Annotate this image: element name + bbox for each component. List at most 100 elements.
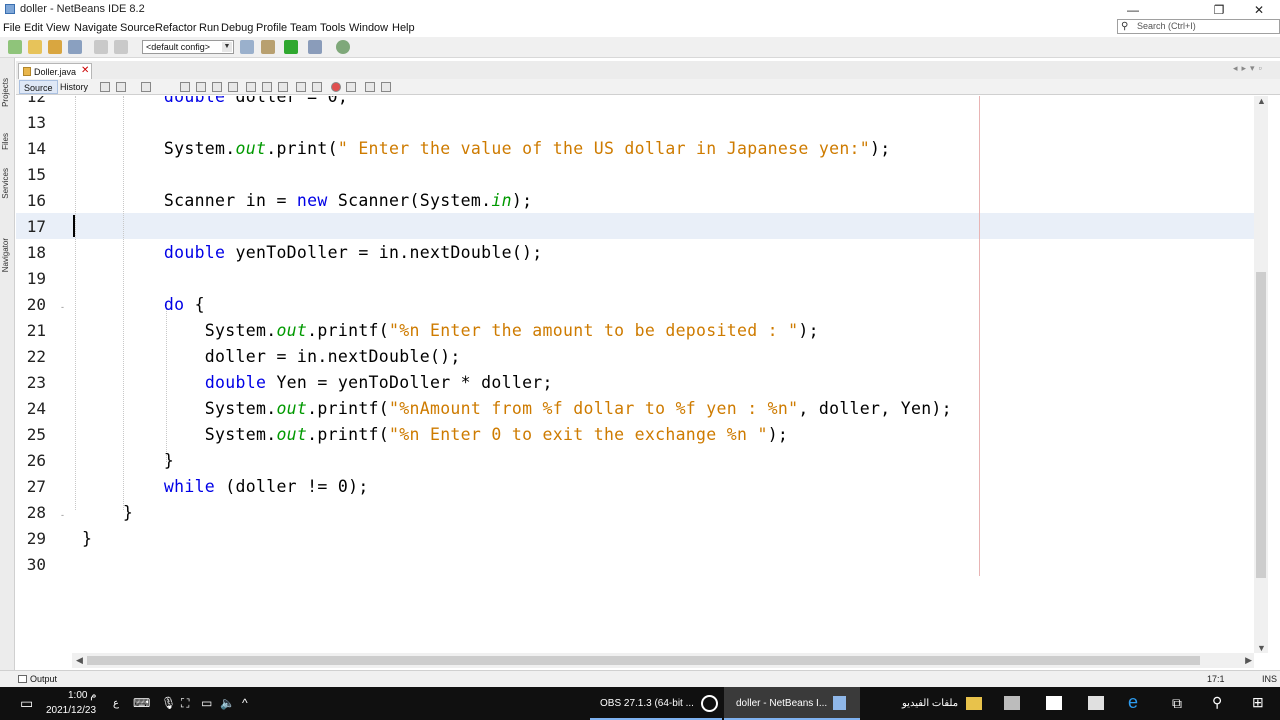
tab-source[interactable]: Source: [19, 80, 58, 94]
navigator-panel-tab[interactable]: Navigator: [1, 238, 13, 272]
prev-bookmark-icon[interactable]: [246, 82, 256, 92]
menu-help[interactable]: Help: [392, 22, 415, 34]
battery-icon[interactable]: ▭: [201, 696, 212, 710]
scroll-left-icon[interactable]: ◀: [76, 655, 83, 666]
volume-icon[interactable]: 🔈: [220, 696, 235, 710]
minimize-button[interactable]: —: [1110, 0, 1156, 20]
line-number: 25: [26, 425, 46, 444]
start-icon[interactable]: ⊞: [1252, 694, 1264, 711]
string-token: "%nAmount from %f dollar to %f yen : %n": [389, 399, 799, 418]
code-token: doller = 0;: [225, 96, 349, 106]
new-project-icon[interactable]: [8, 40, 22, 54]
scroll-down-icon[interactable]: ▼: [1257, 643, 1266, 653]
field-token: out: [276, 321, 308, 340]
last-edit-icon[interactable]: [100, 82, 110, 92]
taskbar-videos-folder[interactable]: ملفات الفيديو: [892, 687, 992, 720]
edge-icon[interactable]: e: [1128, 692, 1138, 713]
debug-icon[interactable]: [308, 40, 322, 54]
toggle-highlight-icon[interactable]: [228, 82, 238, 92]
horizontal-scrollbar[interactable]: ◀ ▶: [72, 653, 1254, 668]
menu-debug[interactable]: Debug: [221, 22, 253, 34]
menu-edit[interactable]: Edit: [24, 22, 43, 34]
keyword-token: double: [163, 96, 226, 106]
menu-navigate[interactable]: Navigate: [74, 22, 117, 34]
microphone-icon[interactable]: 🎙: [161, 696, 176, 710]
projects-panel-tab[interactable]: Projects: [1, 78, 13, 107]
config-select[interactable]: <default config> ▼: [142, 40, 234, 54]
stop-macro-icon[interactable]: [346, 82, 356, 92]
shift-right-icon[interactable]: [312, 82, 322, 92]
mail-icon[interactable]: [1046, 696, 1062, 710]
vertical-scrollbar[interactable]: ▲ ▼: [1254, 96, 1268, 653]
menu-file[interactable]: File: [3, 22, 21, 34]
toggle-bookmark-icon[interactable]: [278, 82, 288, 92]
menu-view[interactable]: View: [46, 22, 70, 34]
output-tab[interactable]: Output: [30, 674, 57, 684]
scroll-right-icon[interactable]: ▶: [1245, 655, 1252, 666]
close-window-button[interactable]: ✕: [1236, 0, 1280, 20]
code-line: }: [82, 451, 174, 470]
side-panel-strip: Projects Files Services Navigator: [0, 58, 15, 670]
app-icon[interactable]: [1004, 696, 1020, 710]
forward-icon[interactable]: [141, 82, 151, 92]
clock-time[interactable]: 1:00 م: [68, 690, 96, 701]
menu-profile[interactable]: Profile: [256, 22, 287, 34]
code-token: doller = in.nextDouble();: [82, 347, 461, 366]
text-caret: [73, 215, 75, 237]
next-bookmark-icon[interactable]: [262, 82, 272, 92]
code-editor[interactable]: 12 double doller = 0; 13 14 System.out.pri…: [16, 96, 1254, 653]
build-icon[interactable]: [240, 40, 254, 54]
input-language[interactable]: ع: [113, 698, 119, 709]
shift-left-icon[interactable]: [296, 82, 306, 92]
menu-refactor[interactable]: Refactor: [155, 22, 197, 34]
new-file-icon[interactable]: [28, 40, 42, 54]
show-hidden-icons[interactable]: ^: [242, 696, 248, 710]
line-number: 23: [26, 373, 46, 392]
search-input[interactable]: ⚲ Search (Ctrl+I): [1117, 19, 1280, 34]
keyboard-icon[interactable]: ⌨: [133, 696, 150, 710]
search-icon[interactable]: ⚲: [1212, 694, 1222, 711]
uncomment-icon[interactable]: [381, 82, 391, 92]
insert-mode: INS: [1262, 674, 1278, 684]
save-all-icon[interactable]: [68, 40, 82, 54]
tab-history[interactable]: History: [56, 80, 92, 94]
code-token: {: [184, 295, 205, 314]
menu-tools[interactable]: Tools: [320, 22, 346, 34]
start-macro-icon[interactable]: [331, 82, 341, 92]
redo-icon[interactable]: [114, 40, 128, 54]
find-icon[interactable]: [180, 82, 190, 92]
menu-team[interactable]: Team: [290, 22, 317, 34]
vertical-scroll-thumb[interactable]: [1256, 272, 1266, 578]
clock-date[interactable]: 2021/12/23: [46, 705, 96, 716]
undo-icon[interactable]: [94, 40, 108, 54]
files-panel-tab[interactable]: Files: [1, 133, 13, 150]
tab-navigation-arrows[interactable]: ◂▸▾▫: [1233, 63, 1266, 74]
horizontal-scroll-thumb[interactable]: [87, 656, 1200, 665]
store-icon[interactable]: [1088, 696, 1104, 710]
open-project-icon[interactable]: [48, 40, 62, 54]
close-tab-icon[interactable]: ✕: [81, 65, 89, 76]
file-tab-doller[interactable]: Doller.java ✕: [18, 63, 92, 79]
network-icon[interactable]: ⛶: [181, 696, 189, 711]
scroll-up-icon[interactable]: ▲: [1257, 96, 1266, 106]
comment-icon[interactable]: [365, 82, 375, 92]
profile-icon[interactable]: [336, 40, 350, 54]
taskbar-obs[interactable]: OBS 27.1.3 (64-bit ...: [590, 687, 722, 720]
task-view-icon[interactable]: ⧉: [1172, 695, 1182, 712]
run-icon[interactable]: [284, 40, 298, 54]
find-next-icon[interactable]: [212, 82, 222, 92]
menu-run[interactable]: Run: [199, 22, 219, 34]
find-previous-icon[interactable]: [196, 82, 206, 92]
code-token: .printf(: [307, 399, 390, 418]
field-token: out: [276, 399, 308, 418]
back-icon[interactable]: [116, 82, 126, 92]
fold-marker-icon[interactable]: -: [61, 510, 64, 520]
taskbar-netbeans[interactable]: doller - NetBeans I...: [724, 687, 860, 720]
desktop-comment-icon[interactable]: ▭: [20, 695, 33, 712]
menu-source[interactable]: Source: [120, 22, 155, 34]
menu-window[interactable]: Window: [349, 22, 388, 34]
clean-build-icon[interactable]: [261, 40, 275, 54]
services-panel-tab[interactable]: Services: [1, 168, 13, 199]
fold-marker-icon[interactable]: -: [61, 302, 64, 312]
code-line: System.out.printf("%nAmount from %f doll…: [82, 399, 952, 418]
